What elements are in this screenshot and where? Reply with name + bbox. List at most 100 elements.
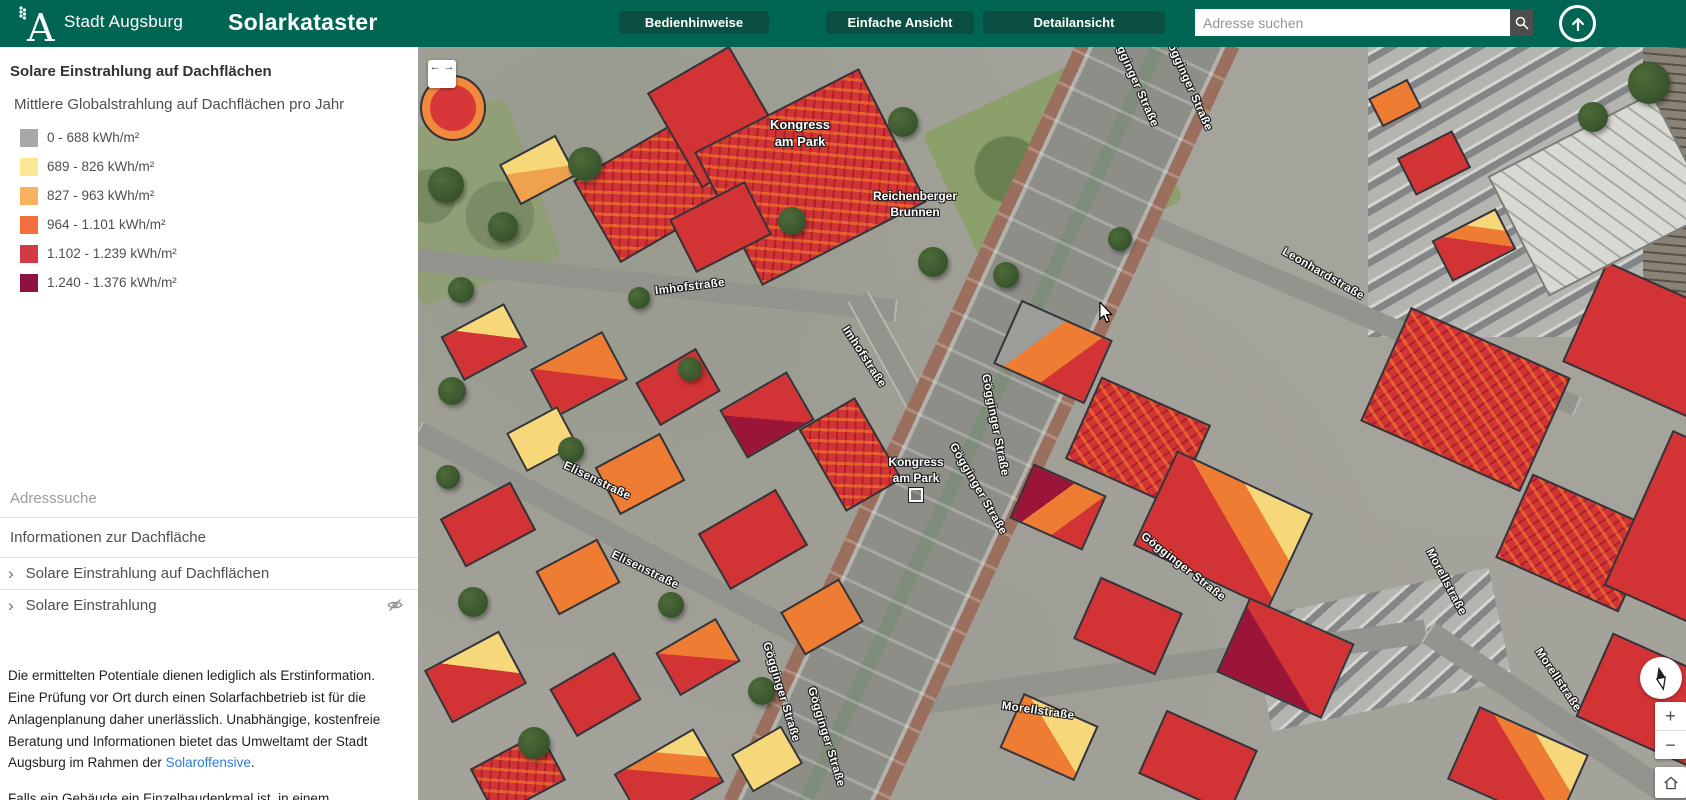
solaroffensive-link[interactable]: Solaroffensive <box>166 755 251 770</box>
legend-range-label: 964 - 1.101 kWh/m² <box>47 217 166 232</box>
poi-line: Kongress <box>866 455 966 471</box>
disclaimer-paragraph: Falls ein Gebäude ein Einzelbaudenkmal i… <box>8 788 388 800</box>
sidebar-item-solare-einstrahlung-dachflaechen[interactable]: › Solare Einstrahlung auf Dachflächen <box>0 558 418 589</box>
building-roof[interactable] <box>1216 597 1354 719</box>
tree <box>518 727 550 759</box>
legend-item: 0 - 688 kWh/m² <box>10 123 408 152</box>
solar-legend: Solare Einstrahlung auf Dachflächen Mitt… <box>0 47 418 297</box>
tree <box>888 107 918 137</box>
legend-title: Solare Einstrahlung auf Dachflächen <box>10 63 408 80</box>
street-label: Gögginger Straße <box>805 686 847 789</box>
scroll-to-top-button[interactable] <box>1559 5 1596 42</box>
tree <box>918 247 948 277</box>
tree <box>1108 227 1132 251</box>
building-roof[interactable] <box>655 618 741 696</box>
building-roof[interactable] <box>530 331 628 418</box>
layer-hidden-eye-icon[interactable] <box>386 597 404 613</box>
tree <box>448 277 474 303</box>
chevron-right-icon: › <box>8 597 14 614</box>
search-button[interactable] <box>1510 9 1533 36</box>
stadt-augsburg-logo: A <box>14 3 58 45</box>
bedienhinweise-button[interactable]: Bedienhinweise <box>619 11 769 34</box>
map-canvas[interactable]: ImhofstraßeImhofstraßeGögginger StraßeGö… <box>418 47 1686 800</box>
tree <box>428 167 464 203</box>
tree <box>628 287 650 309</box>
address-search-section[interactable]: Adresssuche <box>0 484 418 517</box>
street-label: Imhofstraße <box>654 277 725 297</box>
collapse-panel-button[interactable]: ← → <box>428 60 456 88</box>
station-marker-icon <box>909 488 923 502</box>
building-roof[interactable] <box>1431 208 1516 282</box>
building-roof[interactable] <box>499 135 577 206</box>
street-label: Gögginger Straße <box>1161 47 1214 133</box>
mouse-cursor <box>1098 302 1114 324</box>
address-search <box>1195 9 1533 36</box>
sidebar-item-label: Solare Einstrahlung auf Dachflächen <box>26 565 270 582</box>
tree <box>1628 62 1670 104</box>
building-roof[interactable] <box>1562 261 1686 423</box>
legend-range-label: 1.240 - 1.376 kWh/m² <box>47 275 177 290</box>
logo-letter: A <box>26 6 55 45</box>
tree <box>678 357 702 381</box>
building-roof[interactable] <box>440 303 527 381</box>
tree <box>438 377 466 405</box>
search-icon <box>1515 16 1529 30</box>
legend-swatch <box>20 274 38 292</box>
building-roof[interactable] <box>424 631 527 724</box>
legend-swatch <box>20 158 38 176</box>
building-roof[interactable] <box>719 371 815 458</box>
tree <box>778 207 806 235</box>
street-label: Gögginger Straße <box>979 373 1011 477</box>
building-roof[interactable] <box>698 489 808 590</box>
legend-range-label: 1.102 - 1.239 kWh/m² <box>47 246 177 261</box>
building-roof[interactable] <box>1073 577 1183 676</box>
page-title: Solarkataster <box>228 9 378 36</box>
building-roof[interactable] <box>1447 706 1589 800</box>
building-roof[interactable] <box>1397 130 1471 196</box>
building-roof[interactable] <box>1138 710 1258 800</box>
disclaimer-text: Die ermittelten Potentiale dienen ledigl… <box>8 665 388 800</box>
tree <box>993 262 1019 288</box>
tree <box>436 465 460 489</box>
building-roof[interactable] <box>595 433 686 515</box>
legend-item: 964 - 1.101 kWh/m² <box>10 210 408 239</box>
sidebar: Solare Einstrahlung auf Dachflächen Mitt… <box>0 47 418 800</box>
poi-line: am Park <box>866 471 966 487</box>
street-label: Imhofstraße <box>840 324 888 389</box>
building-roof[interactable] <box>535 538 620 615</box>
building-roof[interactable] <box>549 652 641 737</box>
tree <box>1578 102 1608 132</box>
legend-range-label: 827 - 963 kWh/m² <box>47 188 154 203</box>
poi-line: Reichenberger <box>850 189 980 205</box>
building-roof[interactable] <box>1009 463 1106 550</box>
building-roof[interactable] <box>635 348 721 426</box>
home-extent-button[interactable] <box>1655 767 1686 798</box>
legend-item: 1.102 - 1.239 kWh/m² <box>10 239 408 268</box>
home-icon <box>1662 774 1680 792</box>
tree <box>458 587 488 617</box>
building-roof[interactable] <box>440 481 536 567</box>
zoom-out-button[interactable]: − <box>1655 731 1686 759</box>
poi-line: Kongress <box>740 117 860 134</box>
building-roof[interactable] <box>780 578 864 655</box>
roof-info-section[interactable]: Informationen zur Dachfläche <box>0 518 418 557</box>
zoom-in-button[interactable]: + <box>1655 702 1686 730</box>
building-roof[interactable] <box>1368 79 1422 127</box>
search-input[interactable] <box>1195 9 1510 36</box>
building-roof[interactable] <box>614 728 725 800</box>
legend-swatch <box>20 216 38 234</box>
einfache-ansicht-button[interactable]: Einfache Ansicht <box>826 11 974 34</box>
street-label: Morellstraße <box>1533 646 1584 713</box>
compass-button[interactable] <box>1640 657 1682 699</box>
tree <box>488 212 518 242</box>
legend-swatch <box>20 129 38 147</box>
legend-swatch <box>20 187 38 205</box>
tree <box>568 147 602 181</box>
zoom-control: + − <box>1655 702 1686 759</box>
building-roof[interactable] <box>1360 307 1571 492</box>
detailansicht-button[interactable]: Detailansicht <box>983 11 1165 34</box>
street-label: Elisenstraße <box>609 549 680 592</box>
logo-text: Stadt Augsburg <box>64 12 183 32</box>
sidebar-item-solare-einstrahlung[interactable]: › Solare Einstrahlung <box>0 590 418 621</box>
street-label: Gögginger Straße <box>1107 47 1160 129</box>
